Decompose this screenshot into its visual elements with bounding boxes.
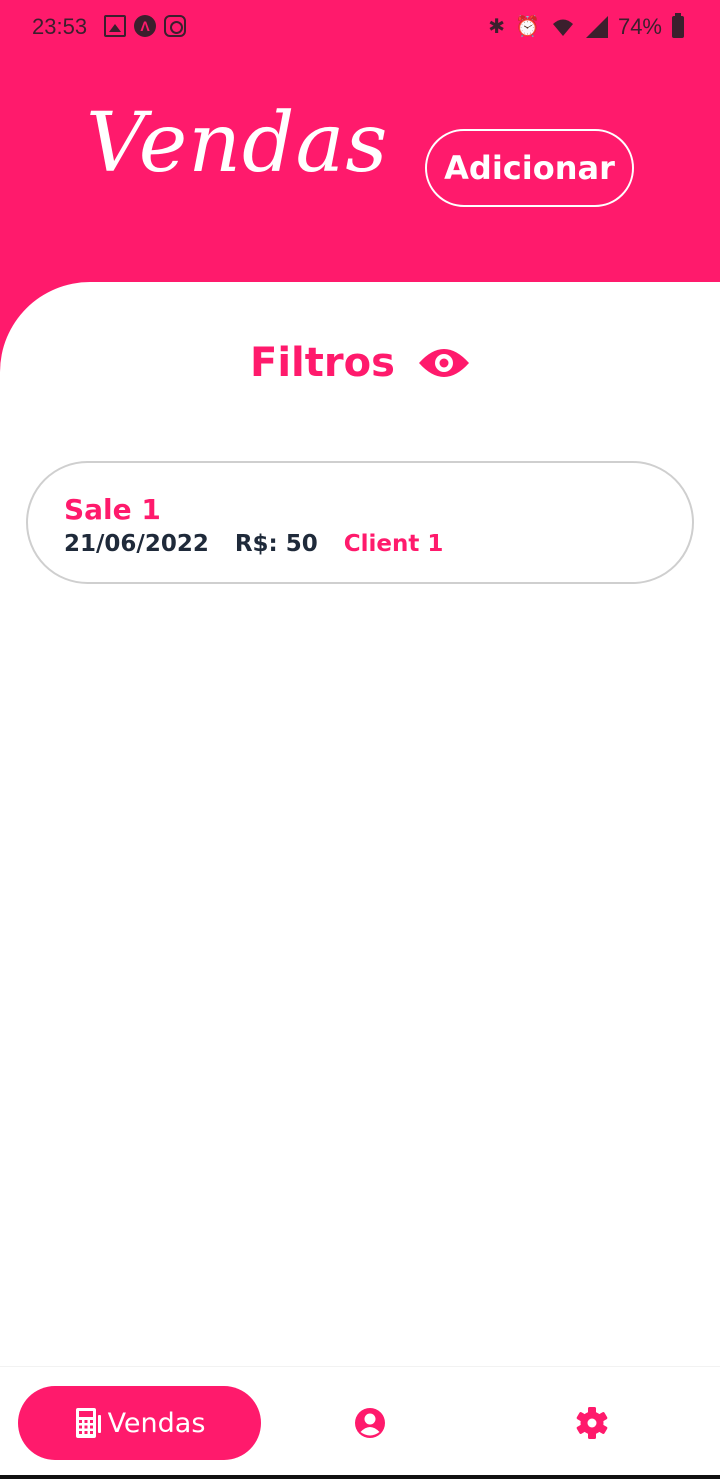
status-time: 23:53 — [32, 14, 88, 39]
sale-card[interactable]: Sale 1 21/06/2022 R$: 50 Client 1 — [26, 461, 694, 584]
battery-icon — [672, 13, 684, 38]
wifi-icon — [552, 19, 573, 36]
filters-label: Filtros — [250, 340, 395, 386]
alarm-icon: ⏰ — [515, 16, 540, 38]
sale-client: Client 1 — [343, 531, 444, 557]
bottom-nav: Vendas — [0, 1366, 720, 1476]
status-notification-icons: Λ — [104, 15, 186, 37]
settings-gear-icon[interactable] — [575, 1406, 609, 1440]
sale-price: R$: 50 — [234, 531, 318, 557]
nav-item-vendas[interactable]: Vendas — [18, 1386, 261, 1460]
add-button[interactable]: Adicionar — [425, 129, 634, 207]
sale-date: 21/06/2022 — [64, 531, 209, 557]
status-system-icons: ✱ ⏰ 74% — [488, 13, 684, 40]
app-a-icon: Λ — [134, 15, 156, 37]
gallery-icon — [104, 15, 126, 37]
signal-icon — [585, 16, 608, 38]
status-bar: 23:53 Λ ✱ ⏰ 74% — [0, 0, 720, 56]
eye-icon[interactable] — [417, 343, 471, 383]
profile-icon[interactable] — [354, 1407, 386, 1439]
instagram-icon — [164, 15, 186, 37]
calculator-icon — [75, 1408, 101, 1438]
content-sheet — [0, 282, 720, 1366]
battery-percentage: 74% — [617, 14, 662, 39]
bluetooth-icon: ✱ — [488, 16, 506, 38]
sale-name: Sale 1 — [64, 493, 161, 526]
filters-toggle[interactable]: Filtros — [250, 340, 471, 386]
sale-details: 21/06/2022 R$: 50 Client 1 — [64, 531, 443, 557]
system-nav-line — [0, 1475, 720, 1479]
nav-item-vendas-label: Vendas — [107, 1407, 206, 1439]
page-title: Vendas — [86, 96, 389, 191]
